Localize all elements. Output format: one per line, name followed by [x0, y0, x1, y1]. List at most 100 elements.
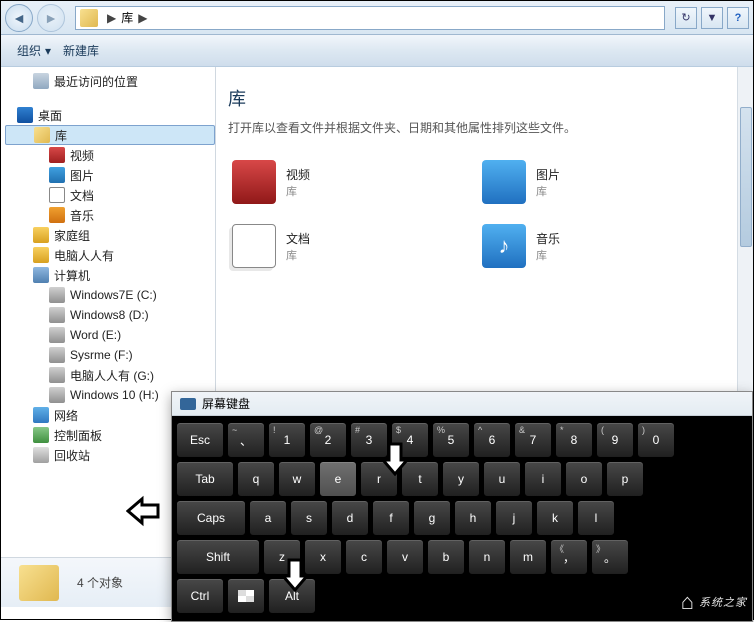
organize-label: 组织 — [17, 42, 41, 59]
osk-key-6[interactable]: ^6 — [473, 422, 511, 458]
osk-key-l[interactable]: l — [577, 500, 615, 536]
sidebar-library[interactable]: 库 — [5, 125, 215, 145]
osk-key-v[interactable]: v — [386, 539, 424, 575]
sidebar-item-label: 最近访问的位置 — [54, 73, 138, 90]
sidebar-documents[interactable]: 文档 — [5, 185, 215, 205]
pictures-library-icon — [482, 160, 526, 204]
osk-key-caps[interactable]: Caps — [176, 500, 246, 536]
osk-key-w[interactable]: w — [278, 461, 316, 497]
osk-key-s[interactable]: s — [290, 500, 328, 536]
documents-icon — [49, 187, 65, 203]
osk-body: Esc~、!1@2#3$4%5^6&7*8(9)0 Tabqwertyuiop … — [172, 416, 752, 621]
sidebar-drive[interactable]: 电脑人人有 (G:) — [5, 365, 215, 385]
sidebar-drive[interactable]: Windows7E (C:) — [5, 285, 215, 305]
sidebar-recent[interactable]: 最近访问的位置 — [5, 71, 215, 91]
sidebar-item-label: Sysrme (F:) — [70, 348, 133, 362]
library-item-documents[interactable]: 文档库 — [228, 220, 458, 272]
help-button[interactable]: ? — [727, 7, 749, 29]
status-library-icon — [19, 565, 59, 601]
sidebar-drive[interactable]: Word (E:) — [5, 325, 215, 345]
user-icon — [33, 247, 49, 263]
library-name: 图片 — [536, 166, 560, 183]
osk-key-9[interactable]: (9 — [596, 422, 634, 458]
osk-key-ctrl[interactable]: Ctrl — [176, 578, 224, 614]
osk-key-、[interactable]: ~、 — [227, 422, 265, 458]
library-item-pictures[interactable]: 图片库 — [478, 156, 708, 208]
recent-icon — [33, 73, 49, 89]
osk-key-b[interactable]: b — [427, 539, 465, 575]
sidebar-video[interactable]: 视频 — [5, 145, 215, 165]
osk-key-k[interactable]: k — [536, 500, 574, 536]
osk-key-5[interactable]: %5 — [432, 422, 470, 458]
scrollbar-thumb[interactable] — [740, 107, 752, 247]
music-library-icon — [482, 224, 526, 268]
on-screen-keyboard-window[interactable]: 屏幕键盘 Esc~、!1@2#3$4%5^6&7*8(9)0 Tabqwerty… — [171, 391, 753, 622]
osk-key-2[interactable]: @2 — [309, 422, 347, 458]
drive-icon — [49, 347, 65, 363]
new-library-button[interactable]: 新建库 — [57, 38, 105, 63]
sidebar-homegroup[interactable]: 家庭组 — [5, 225, 215, 245]
osk-key-tab[interactable]: Tab — [176, 461, 234, 497]
nav-forward-button[interactable]: ► — [37, 4, 65, 32]
sidebar-computer[interactable]: 计算机 — [5, 265, 215, 285]
sidebar-item-label: 电脑人人有 — [54, 247, 114, 264]
documents-library-icon — [232, 224, 276, 268]
osk-key-7[interactable]: &7 — [514, 422, 552, 458]
library-name: 视频 — [286, 166, 310, 183]
refresh-button[interactable]: ↻ — [675, 7, 697, 29]
drive-icon — [49, 307, 65, 323]
osk-key-n[interactable]: n — [468, 539, 506, 575]
osk-key-shift[interactable]: Shift — [176, 539, 260, 575]
sidebar-music[interactable]: 音乐 — [5, 205, 215, 225]
osk-row-4: Shiftzxcvbnm《，》。 — [176, 539, 748, 575]
address-field[interactable]: ▶ 库 ▶ — [75, 6, 665, 30]
osk-key-p[interactable]: p — [606, 461, 644, 497]
osk-row-1: Esc~、!1@2#3$4%5^6&7*8(9)0 — [176, 422, 748, 458]
library-item-music[interactable]: 音乐库 — [478, 220, 708, 272]
osk-key-1[interactable]: !1 — [268, 422, 306, 458]
sidebar-drive[interactable]: Windows8 (D:) — [5, 305, 215, 325]
osk-key-d[interactable]: d — [331, 500, 369, 536]
osk-key-h[interactable]: h — [454, 500, 492, 536]
osk-title-text: 屏幕键盘 — [202, 395, 250, 412]
sidebar-desktop[interactable]: 桌面 — [5, 105, 215, 125]
library-icon — [80, 9, 98, 27]
osk-key-i[interactable]: i — [524, 461, 562, 497]
osk-key-esc[interactable]: Esc — [176, 422, 224, 458]
sidebar-pictures[interactable]: 图片 — [5, 165, 215, 185]
osk-key-q[interactable]: q — [237, 461, 275, 497]
library-grid: 视频库 图片库 文档库 音乐库 — [228, 156, 741, 272]
osk-key-j[interactable]: j — [495, 500, 533, 536]
osk-key-8[interactable]: *8 — [555, 422, 593, 458]
dropdown-button[interactable]: ▼ — [701, 7, 723, 29]
nav-back-button[interactable]: ◄ — [5, 4, 33, 32]
osk-key-u[interactable]: u — [483, 461, 521, 497]
osk-key-e[interactable]: e — [319, 461, 357, 497]
breadcrumb-segment[interactable]: 库 — [121, 9, 133, 26]
sidebar-item-label: 音乐 — [70, 207, 94, 224]
osk-key-y[interactable]: y — [442, 461, 480, 497]
osk-key-win[interactable] — [227, 578, 265, 614]
sidebar-item-label: 库 — [55, 127, 67, 144]
annotation-arrow-left — [126, 493, 162, 529]
osk-key-o[interactable]: o — [565, 461, 603, 497]
osk-titlebar[interactable]: 屏幕键盘 — [172, 392, 752, 416]
drive-icon — [49, 367, 65, 383]
network-icon — [33, 407, 49, 423]
library-item-video[interactable]: 视频库 — [228, 156, 458, 208]
explorer-toolbar: 组织 ▾ 新建库 — [1, 35, 753, 67]
osk-key-g[interactable]: g — [413, 500, 451, 536]
status-text: 4 个对象 — [77, 574, 123, 591]
control-panel-icon — [33, 427, 49, 443]
osk-key-c[interactable]: c — [345, 539, 383, 575]
osk-key-，[interactable]: 《， — [550, 539, 588, 575]
sidebar-drive[interactable]: Sysrme (F:) — [5, 345, 215, 365]
osk-key-m[interactable]: m — [509, 539, 547, 575]
osk-key-。[interactable]: 》。 — [591, 539, 629, 575]
organize-menu[interactable]: 组织 ▾ — [11, 38, 57, 63]
osk-key-f[interactable]: f — [372, 500, 410, 536]
library-sub: 库 — [286, 183, 310, 199]
osk-key-a[interactable]: a — [249, 500, 287, 536]
osk-key-0[interactable]: )0 — [637, 422, 675, 458]
sidebar-user[interactable]: 电脑人人有 — [5, 245, 215, 265]
